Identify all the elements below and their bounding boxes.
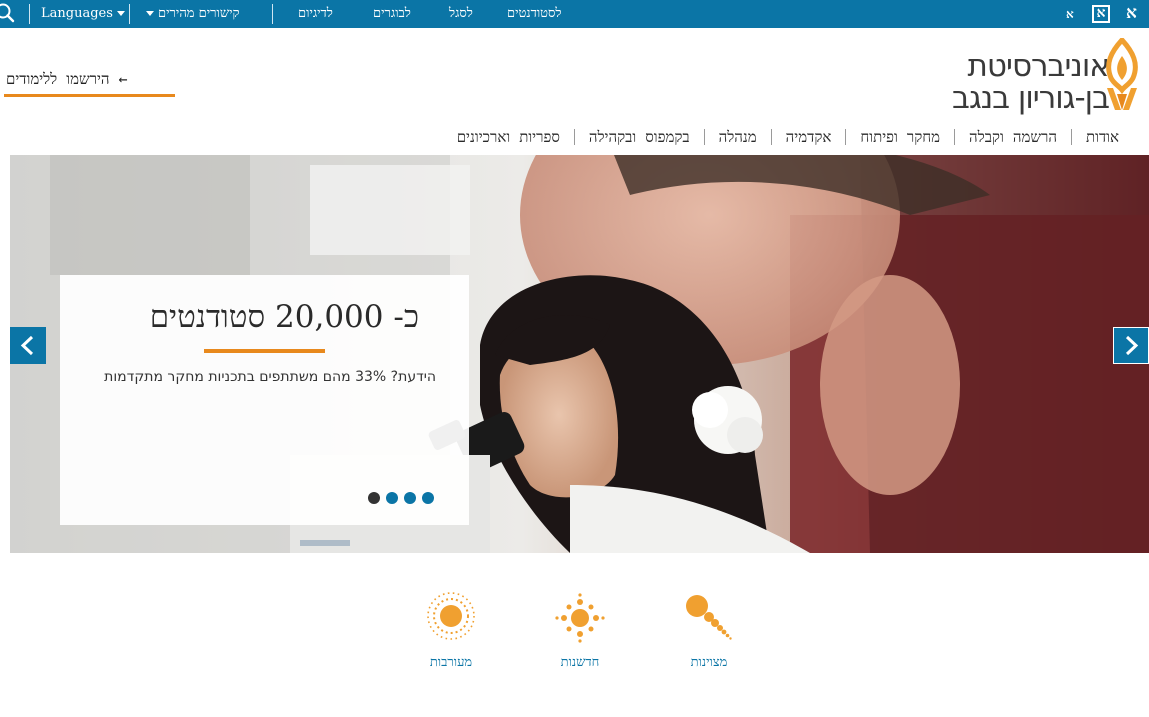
university-logo-text[interactable]: אוניברסיטת בן-גוריון בנגב <box>952 48 1110 116</box>
logo-line-1: אוניברסיטת <box>967 48 1110 84</box>
nav-item-admission[interactable]: הרשמה וקבלה <box>961 128 1065 147</box>
font-size-medium-button[interactable]: א <box>1092 5 1110 23</box>
main-navigation: אודות הרשמה וקבלה מחקר ופיתוח אקדמיה מנה… <box>449 126 1127 148</box>
font-size-large-button[interactable]: א <box>1126 3 1137 23</box>
feature-label: חדשנות <box>560 655 600 670</box>
divider <box>29 4 30 24</box>
feature-label: מצוינות <box>690 655 728 670</box>
feature-excellence[interactable]: מצוינות <box>664 590 754 670</box>
divider <box>845 129 847 145</box>
link-staff[interactable]: לסגל <box>449 6 473 22</box>
chevron-left-icon <box>20 335 34 356</box>
languages-label: Languages <box>41 6 113 21</box>
quick-links-dropdown[interactable]: קישורים מהירים <box>142 6 239 22</box>
languages-dropdown[interactable]: Languages <box>41 6 129 22</box>
innovation-icon <box>555 593 605 643</box>
nav-item-about[interactable]: אודות <box>1078 128 1127 147</box>
divider <box>954 129 956 145</box>
slider-prev-button[interactable] <box>10 327 46 364</box>
logo-line-2: בן-גוריון בנגב <box>952 80 1110 116</box>
font-size-small-button[interactable]: א <box>1066 7 1074 22</box>
divider <box>770 129 772 145</box>
slide-title: כ- 20,000 סטודנטים <box>149 299 419 335</box>
slide-caption-box: כ- 20,000 סטודנטים הידעת? 33% מהם משתתפי… <box>60 275 469 525</box>
register-link[interactable]: הירשמו ללימודים ← <box>6 70 128 89</box>
feature-innovation[interactable]: חדשנות <box>535 590 625 670</box>
nav-item-research[interactable]: מחקר ופיתוח <box>852 128 948 147</box>
chevron-right-icon <box>1125 335 1139 356</box>
nav-item-academia[interactable]: אקדמיה <box>778 128 840 147</box>
slider-dot[interactable] <box>386 492 398 504</box>
slider-pagination <box>368 492 434 504</box>
divider <box>703 129 705 145</box>
hero-slider: כ- 20,000 סטודנטים הידעת? 33% מהם משתתפי… <box>10 155 1149 553</box>
nav-item-administration[interactable]: מנהלה <box>711 128 765 147</box>
slide-title-underline <box>204 349 325 353</box>
divider <box>272 4 273 24</box>
involvement-icon <box>427 592 475 640</box>
link-candidates[interactable]: לדיגיום <box>298 6 333 22</box>
link-alumni[interactable]: לבוגרים <box>373 6 411 22</box>
slide-text: הידעת? 33% מהם משתתפים בתכניות מחקר מתקד… <box>104 369 436 385</box>
slider-dot[interactable] <box>422 492 434 504</box>
quick-links-label: קישורים מהירים <box>158 6 240 21</box>
chevron-down-icon <box>146 11 154 16</box>
slider-next-button[interactable] <box>1113 327 1149 364</box>
slider-dot[interactable] <box>368 492 380 504</box>
register-underline <box>4 94 175 97</box>
excellence-icon <box>686 595 732 640</box>
divider <box>129 4 130 24</box>
feature-label: מעורבות <box>429 655 473 670</box>
university-flame-logo-icon[interactable] <box>1103 38 1141 112</box>
divider <box>1070 129 1072 145</box>
chevron-down-icon <box>116 11 125 16</box>
feature-involvement[interactable]: מעורבות <box>406 590 496 670</box>
link-students[interactable]: לסטודנטים <box>507 6 562 22</box>
top-bar: Languages קישורים מהירים לדיגיום לבוגרים… <box>0 0 1149 28</box>
nav-item-campus-community[interactable]: בקמפוס ובקהילה <box>581 128 698 147</box>
search-icon[interactable] <box>0 2 16 24</box>
nav-item-libraries[interactable]: ספריות וארכיונים <box>449 128 568 147</box>
slider-dot[interactable] <box>404 492 416 504</box>
divider <box>573 129 575 145</box>
